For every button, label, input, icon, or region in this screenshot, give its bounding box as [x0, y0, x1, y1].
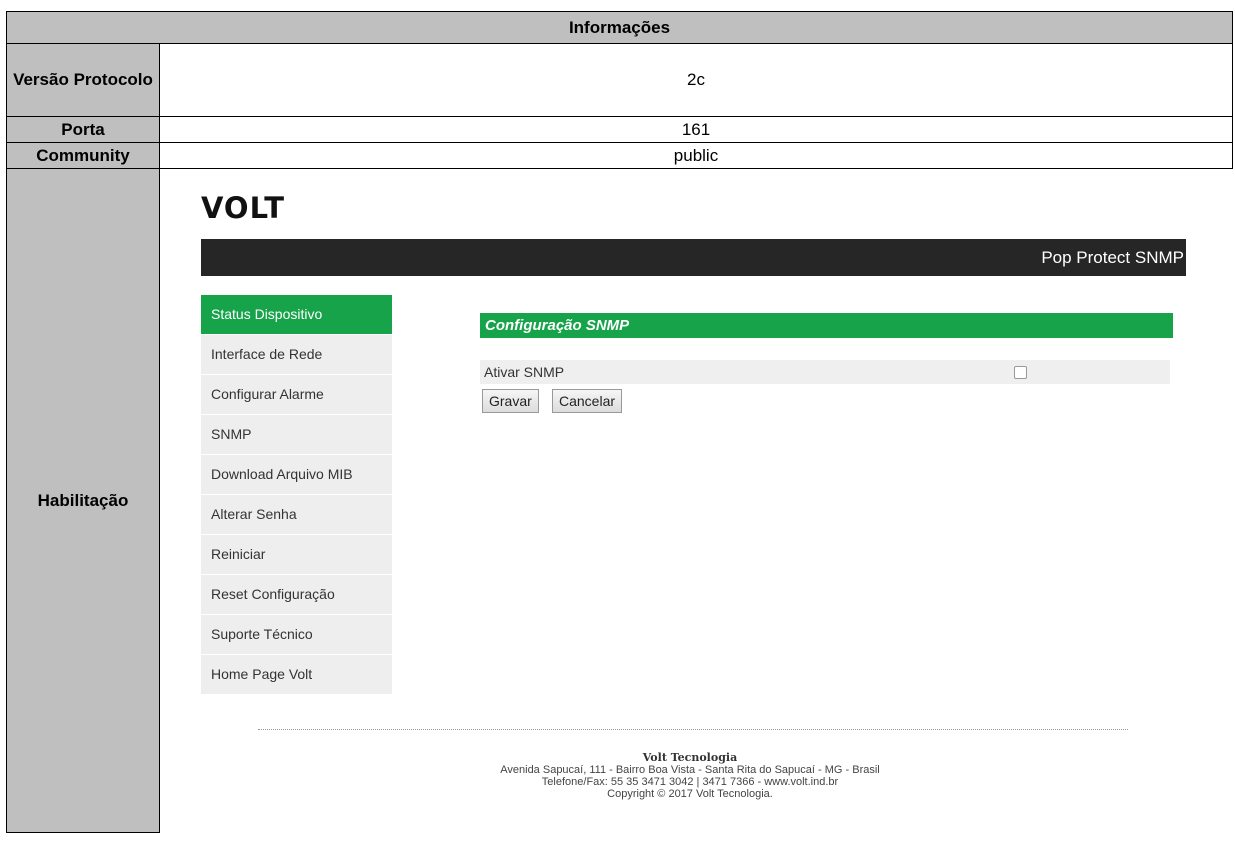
footer-copyright: Copyright © 2017 Volt Tecnologia.: [607, 788, 773, 800]
menu-item-home-page-volt[interactable]: Home Page Volt: [201, 655, 392, 695]
table-header: Informações: [6, 11, 1233, 44]
row-label-community: Community: [6, 142, 160, 169]
footer: Volt Tecnologia Avenida Sapucaí, 111 - B…: [460, 751, 920, 801]
logo-text: VOLT: [201, 191, 286, 225]
menu-item-alterar-senha[interactable]: Alterar Senha: [201, 495, 392, 535]
footer-company: Volt Tecnologia: [642, 751, 738, 764]
volt-logo: VOLT: [201, 191, 285, 225]
embedded-screenshot: VOLT Pop Protect SNMP Status Dispositivo…: [160, 169, 1220, 833]
menu-item-status-dispositivo[interactable]: Status Dispositivo: [201, 295, 392, 335]
footer-divider: [258, 729, 1128, 730]
menu-item-download-arquivo-mib[interactable]: Download Arquivo MIB: [201, 455, 392, 495]
row-label-porta: Porta: [6, 116, 160, 143]
cancel-button[interactable]: Cancelar: [552, 389, 623, 413]
info-table: Informações Versão Protocolo 2c Porta 16…: [6, 11, 1233, 833]
footer-phone: Telefone/Fax: 55 35 3471 3042 | 3471 736…: [541, 776, 839, 788]
menu-item-reiniciar[interactable]: Reiniciar: [201, 535, 392, 575]
embedded-screenshot-cell: VOLT Pop Protect SNMP Status Dispositivo…: [159, 168, 1233, 833]
row-value-versao: 2c: [159, 43, 1233, 117]
side-menu: Status Dispositivo Interface de Rede Con…: [201, 295, 392, 695]
menu-item-reset-configuracao[interactable]: Reset Configuração: [201, 575, 392, 615]
save-button[interactable]: Gravar: [482, 389, 539, 413]
menu-item-snmp[interactable]: SNMP: [201, 415, 392, 455]
footer-address: Avenida Sapucaí, 111 - Bairro Boa Vista …: [500, 764, 880, 776]
menu-item-interface-de-rede[interactable]: Interface de Rede: [201, 335, 392, 375]
row-value-porta: 161: [159, 116, 1233, 143]
enable-snmp-row: Ativar SNMP: [480, 360, 1170, 384]
top-bar: Pop Protect SNMP: [201, 239, 1186, 276]
enable-snmp-checkbox[interactable]: [1014, 366, 1027, 379]
menu-item-configurar-alarme[interactable]: Configurar Alarme: [201, 375, 392, 415]
app-title: Pop Protect SNMP: [1041, 248, 1184, 267]
section-title: Configuração SNMP: [480, 313, 1173, 338]
row-value-community: public: [159, 142, 1233, 169]
enable-snmp-label: Ativar SNMP: [484, 364, 565, 380]
menu-item-suporte-tecnico[interactable]: Suporte Técnico: [201, 615, 392, 655]
row-label-versao: Versão Protocolo: [6, 43, 160, 117]
row-label-habilitacao: Habilitação: [6, 168, 160, 833]
